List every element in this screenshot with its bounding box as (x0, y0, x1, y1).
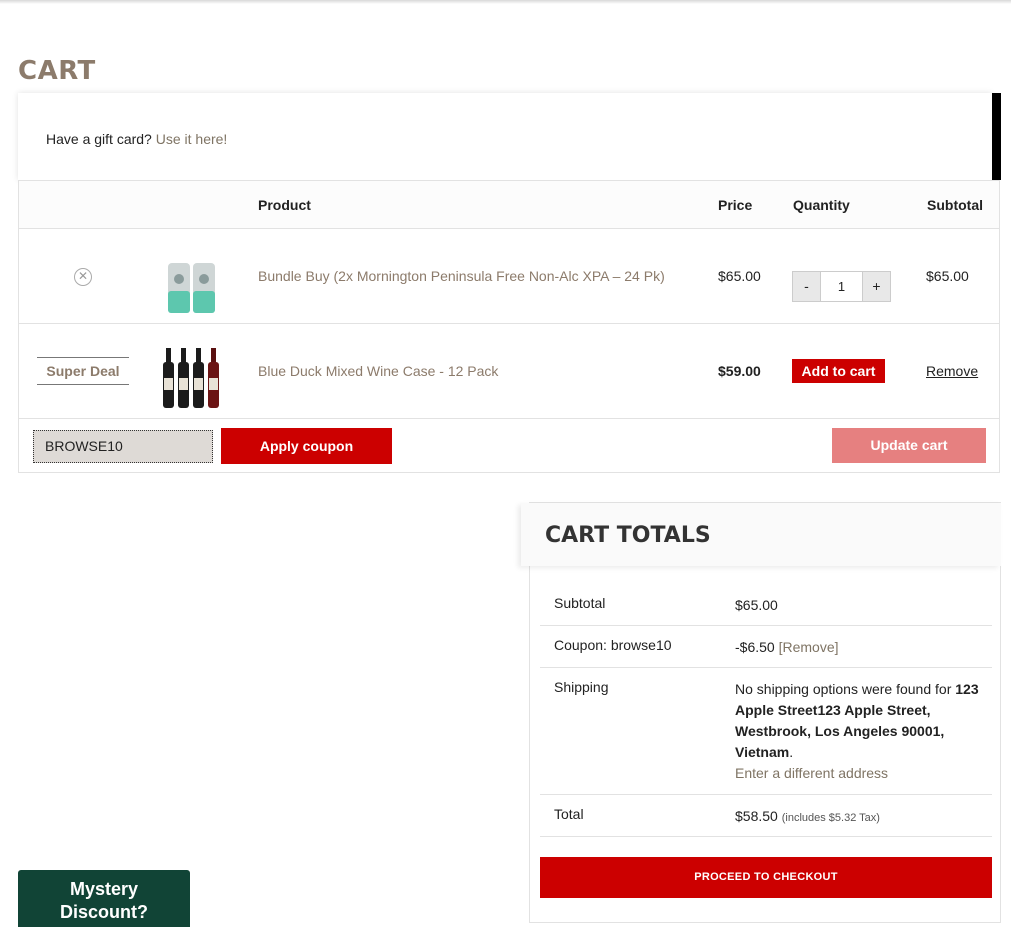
shipping-period: . (789, 744, 794, 760)
qty-increase-button[interactable]: + (863, 272, 890, 301)
product-name-link[interactable]: Blue Duck Mixed Wine Case - 12 Pack (258, 363, 498, 379)
cart-totals-panel: CART TOTALS Subtotal $65.00 Coupon: brow… (521, 502, 1001, 923)
update-cart-button[interactable]: Update cart (832, 428, 986, 463)
remove-item-icon[interactable]: ✕ (74, 268, 92, 286)
mystery-discount-popup[interactable]: Mystery Discount? (18, 870, 190, 927)
table-row: Super Deal Blue Duck Mixed Wine Case - 1… (19, 323, 999, 419)
header-price: Price (718, 197, 753, 213)
proceed-to-checkout-button[interactable]: PROCEED TO CHECKOUT (540, 857, 992, 898)
header-subtotal: Subtotal (927, 197, 983, 213)
header-quantity: Quantity (793, 197, 850, 213)
table-header: Product Price Quantity Subtotal (19, 181, 999, 229)
coupon-remove-link[interactable]: [Remove] (779, 639, 839, 655)
scroll-marker (992, 93, 1001, 180)
gift-card-prompt: Have a gift card? (46, 131, 152, 147)
quantity-stepper: - 1 + (792, 271, 891, 302)
change-address-link[interactable]: Enter a different address (735, 765, 888, 781)
add-to-cart-button[interactable]: Add to cart (792, 359, 885, 383)
gift-card-notice: Have a gift card? Use it here! (18, 93, 1001, 180)
subtotal-value: $65.00 (735, 597, 778, 613)
shipping-info: No shipping options were found for 123 A… (735, 679, 985, 784)
cart-totals-header: CART TOTALS (521, 503, 1001, 566)
product-subtotal: $65.00 (926, 268, 969, 284)
mystery-line-2: Discount? (60, 902, 148, 922)
product-thumbnail-cans[interactable] (165, 261, 223, 315)
cart-table: Product Price Quantity Subtotal ✕ Bundle… (18, 180, 1000, 473)
table-row: ✕ Bundle Buy (2x Mornington Peninsula Fr… (19, 228, 999, 324)
qty-decrease-button[interactable]: - (793, 272, 820, 301)
total-label: Total (554, 806, 584, 822)
totals-row-shipping: Shipping No shipping options were found … (540, 667, 992, 795)
product-price: $59.00 (718, 363, 761, 379)
totals-row-coupon: Coupon: browse10 -$6.50 [Remove] (540, 625, 992, 668)
product-thumbnail-wine[interactable] (161, 348, 225, 408)
total-value-wrap: $58.50 (includes $5.32 Tax) (735, 806, 985, 829)
shipping-label: Shipping (554, 679, 609, 695)
coupon-input[interactable]: BROWSE10 (33, 430, 213, 463)
coupon-value: -$6.50 (735, 639, 775, 655)
total-tax-note: (includes $5.32 Tax) (781, 812, 880, 824)
coupon-value-wrap: -$6.50 [Remove] (735, 637, 985, 658)
remove-link[interactable]: Remove (926, 363, 978, 379)
product-price: $65.00 (718, 268, 761, 284)
header-product: Product (258, 197, 311, 213)
totals-row-subtotal: Subtotal $65.00 (540, 583, 992, 626)
qty-input[interactable]: 1 (820, 272, 863, 301)
product-name-link[interactable]: Bundle Buy (2x Mornington Peninsula Free… (258, 268, 665, 284)
gift-card-link[interactable]: Use it here! (156, 131, 228, 147)
page-title: CART (18, 56, 96, 86)
totals-row-total: Total $58.50 (includes $5.32 Tax) (540, 794, 992, 837)
subtotal-label: Subtotal (554, 595, 606, 611)
cart-totals-title: CART TOTALS (545, 523, 711, 548)
apply-coupon-button[interactable]: Apply coupon (221, 428, 392, 464)
shipping-text: No shipping options were found for (735, 681, 952, 697)
top-shadow-line (0, 0, 1011, 4)
mystery-line-1: Mystery (69, 879, 139, 899)
gift-card-text: Have a gift card? Use it here! (46, 131, 227, 147)
total-value: $58.50 (735, 808, 778, 824)
super-deal-badge: Super Deal (37, 357, 129, 385)
coupon-label: Coupon: browse10 (554, 637, 672, 653)
